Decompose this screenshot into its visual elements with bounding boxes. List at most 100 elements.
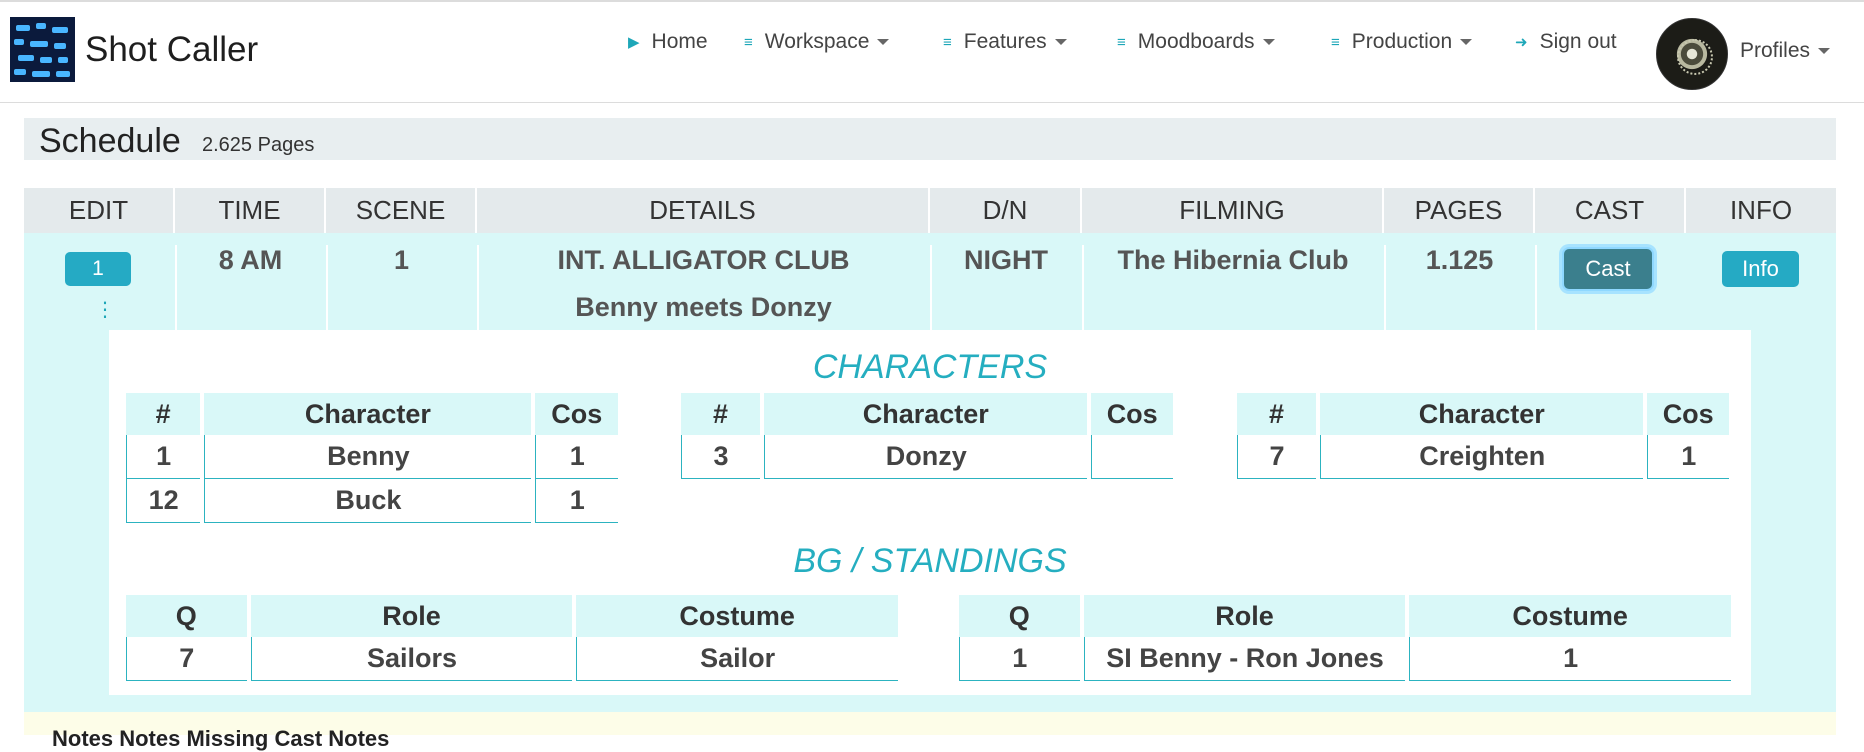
characters-table-2: # Character Cos 3 Donzy — [677, 393, 1177, 479]
table-row[interactable]: 7 Creighten 1 — [1237, 435, 1729, 479]
sign-out-icon: ➜ — [1515, 34, 1528, 51]
char-cos: 1 — [1647, 435, 1729, 479]
info-button[interactable]: Info — [1722, 251, 1799, 287]
brand[interactable]: Shot Caller — [10, 17, 258, 82]
char-cos: 1 — [535, 435, 618, 479]
characters-table-1: # Character Cos 1 Benny 1 12 Buck 1 — [122, 393, 622, 523]
details-line2: Benny meets Donzy — [575, 292, 832, 322]
char-name: Donzy — [764, 435, 1088, 479]
bg-q: 1 — [959, 637, 1080, 681]
list-icon: ≡ — [943, 33, 952, 51]
nav-features[interactable]: ≡ Features — [943, 30, 1067, 54]
bg-standings-title: BG / STANDINGS — [793, 542, 1067, 580]
details-line1: INT. ALLIGATOR CLUB — [557, 245, 850, 275]
col-time: TIME — [175, 188, 326, 233]
col-edit: EDIT — [24, 188, 175, 233]
table-row[interactable]: 1 Benny 1 — [126, 435, 618, 479]
list-icon: ≡ — [1331, 33, 1340, 51]
characters-table-3: # Character Cos 7 Creighten 1 — [1233, 393, 1733, 479]
col-filming: FILMING — [1082, 188, 1384, 233]
nav-profiles[interactable]: Profiles — [1740, 39, 1831, 63]
col-num: # — [126, 393, 201, 435]
time-cell: 8 AM — [218, 245, 283, 275]
list-icon: ≡ — [744, 33, 753, 51]
nav-production-label: Production — [1351, 30, 1453, 53]
nav-moodboards[interactable]: ≡ Moodboards — [1117, 30, 1275, 54]
char-cos: 1 — [535, 479, 618, 523]
col-character: Character — [204, 393, 532, 435]
top-navbar: Shot Caller ▶ Home ≡ Workspace ≡ Feature… — [0, 0, 1864, 103]
col-character: Character — [1320, 393, 1644, 435]
nav-workspace[interactable]: ≡ Workspace — [744, 30, 890, 54]
nav-signout-label: Sign out — [1539, 30, 1617, 53]
col-num: # — [681, 393, 761, 435]
nav-features-label: Features — [963, 30, 1047, 53]
col-cos: Cos — [1091, 393, 1173, 435]
table-row[interactable]: 1 SI Benny - Ron Jones 1 — [959, 637, 1731, 681]
col-info: INFO — [1729, 195, 1793, 225]
col-pages: PAGES — [1384, 188, 1535, 233]
play-icon: ▶ — [628, 34, 640, 51]
bg-table-1: Q Role Costume 7 Sailors Sailor — [122, 595, 902, 681]
col-character: Character — [764, 393, 1088, 435]
col-costume: Costume — [1409, 595, 1731, 637]
char-num: 3 — [681, 435, 761, 479]
pages-cell: 1.125 — [1425, 245, 1494, 275]
char-name: Buck — [204, 479, 532, 523]
bg-role: SI Benny - Ron Jones — [1083, 637, 1406, 681]
col-details: DETAILS — [477, 188, 930, 233]
app-logo — [10, 17, 75, 82]
table-row[interactable]: 7 Sailors Sailor — [126, 637, 898, 681]
nav-home[interactable]: ▶ Home — [628, 30, 708, 54]
edit-button[interactable]: 1 — [65, 252, 131, 286]
col-q: Q — [126, 595, 247, 637]
nav-signout[interactable]: ➜ Sign out — [1515, 30, 1617, 54]
col-cast: CAST — [1535, 188, 1686, 233]
col-dn: D/N — [930, 188, 1082, 233]
bg-q: 7 — [126, 637, 247, 681]
col-cos: Cos — [535, 393, 618, 435]
chevron-down-icon — [1054, 39, 1067, 45]
filming-cell: The Hibernia Club — [1117, 245, 1349, 275]
scene-cell: 1 — [393, 245, 410, 275]
char-name: Benny — [204, 435, 532, 479]
bg-costume: 1 — [1409, 637, 1731, 681]
schedule-header: Schedule 2.625 Pages — [24, 118, 1836, 160]
chevron-down-icon — [877, 39, 890, 45]
characters-title: CHARACTERS — [812, 348, 1048, 386]
col-costume: Costume — [576, 595, 898, 637]
bg-costume: Sailor — [576, 637, 898, 681]
nav-moodboards-label: Moodboards — [1137, 30, 1255, 53]
char-num: 1 — [126, 435, 201, 479]
nav-profiles-label: Profiles — [1740, 39, 1811, 62]
nav-home-label: Home — [651, 30, 708, 53]
col-role: Role — [250, 595, 573, 637]
char-name: Creighten — [1320, 435, 1644, 479]
chevron-down-icon — [1262, 39, 1275, 45]
col-num: # — [1237, 393, 1317, 435]
col-role: Role — [1083, 595, 1406, 637]
table-row[interactable]: 3 Donzy — [681, 435, 1173, 479]
chevron-down-icon — [1818, 48, 1831, 54]
table-header: EDIT TIME SCENE DETAILS D/N FILMING PAGE… — [24, 188, 1836, 233]
char-num: 7 — [1237, 435, 1317, 479]
col-scene: SCENE — [326, 188, 477, 233]
chevron-down-icon — [1460, 39, 1473, 45]
nav-production[interactable]: ≡ Production — [1331, 30, 1473, 54]
avatar[interactable] — [1656, 18, 1728, 90]
cast-panel: CHARACTERS # Character Cos 1 Benny 1 12 … — [109, 330, 1751, 695]
notes-text: Notes Notes Missing Cast Notes — [52, 726, 390, 751]
app-title: Shot Caller — [85, 29, 259, 69]
char-cos — [1091, 435, 1173, 479]
page-count: 2.625 Pages — [202, 134, 315, 156]
cast-button[interactable]: Cast — [1562, 247, 1654, 291]
bg-table-2: Q Role Costume 1 SI Benny - Ron Jones 1 — [955, 595, 1735, 681]
nav-workspace-label: Workspace — [764, 30, 870, 53]
col-cos: Cos — [1647, 393, 1729, 435]
char-num: 12 — [126, 479, 201, 523]
dn-cell: NIGHT — [964, 245, 1048, 275]
more-options-icon[interactable]: ⋮ — [95, 300, 115, 320]
col-q: Q — [959, 595, 1080, 637]
bg-role: Sailors — [250, 637, 573, 681]
table-row[interactable]: 12 Buck 1 — [126, 479, 618, 523]
